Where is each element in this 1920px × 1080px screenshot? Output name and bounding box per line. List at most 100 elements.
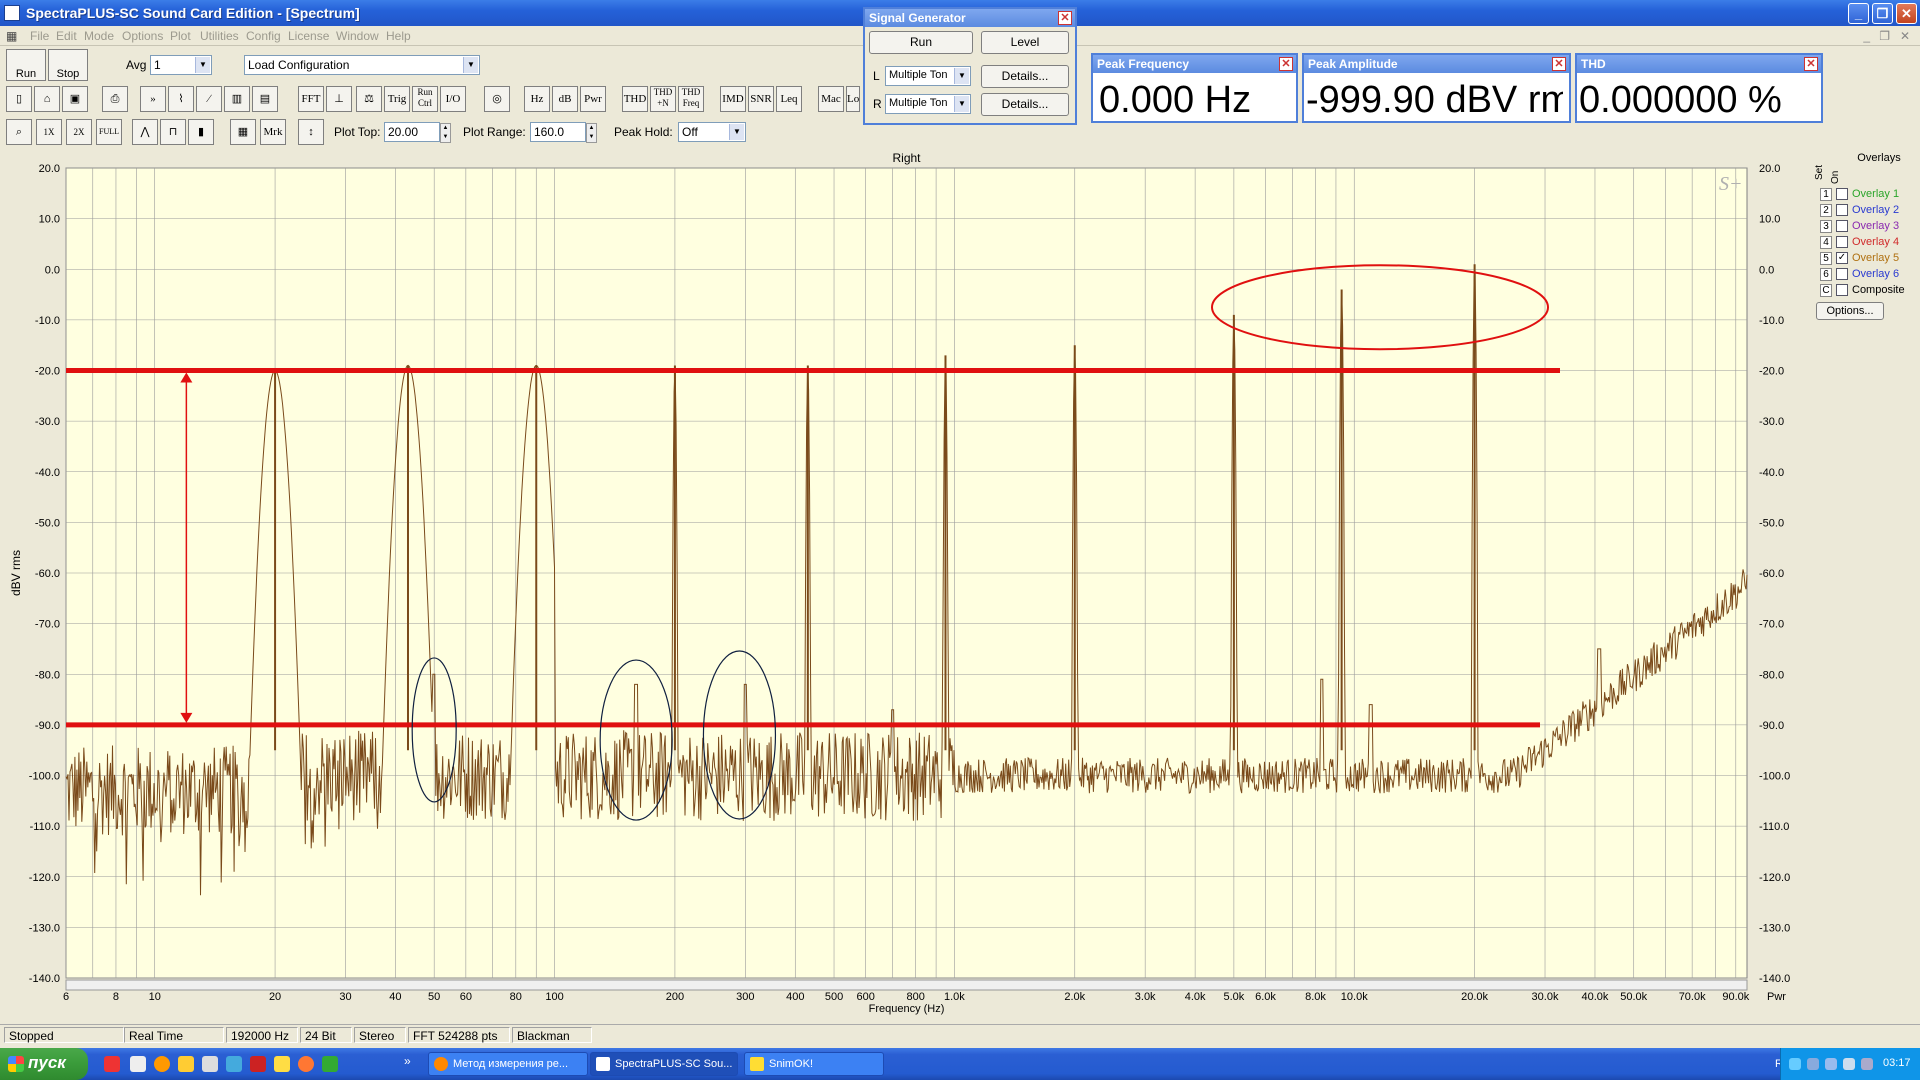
menu-config[interactable]: Config (246, 29, 281, 43)
config-select[interactable]: Load Configuration ▼ (244, 55, 480, 75)
overlay-set-button[interactable]: 2 (1820, 204, 1832, 217)
tray-network-icon[interactable] (1807, 1058, 1819, 1070)
peak-frequency-header[interactable]: Peak Frequency ✕ (1093, 55, 1296, 73)
menu-edit[interactable]: Edit (56, 29, 77, 43)
line-plot-icon[interactable]: ⋀ (132, 119, 158, 145)
fft-button[interactable]: FFT (298, 86, 324, 112)
zoom-2x-button[interactable]: 2X (66, 119, 92, 145)
peak-amplitude-header[interactable]: Peak Amplitude ✕ (1304, 55, 1569, 73)
overlay-on-checkbox[interactable] (1836, 204, 1848, 216)
save-icon[interactable]: ▣ (62, 86, 88, 112)
close-icon[interactable]: ✕ (1279, 57, 1293, 71)
quicklaunch-green-icon[interactable] (322, 1056, 338, 1072)
maximize-button[interactable]: ❐ (1872, 3, 1893, 24)
menu-window[interactable]: Window (336, 29, 379, 43)
menu-options[interactable]: Options (122, 29, 163, 43)
time-series-icon[interactable]: ∕ (196, 86, 222, 112)
close-button[interactable]: ✕ (1896, 3, 1917, 24)
imd-button[interactable]: IMD (720, 86, 746, 112)
snr-button[interactable]: SNR (748, 86, 774, 112)
menu-mode[interactable]: Mode (84, 29, 114, 43)
bar-plot-icon[interactable]: ▮ (188, 119, 214, 145)
thd-button[interactable]: THD (622, 86, 648, 112)
thdn-button[interactable]: THD +N (650, 86, 676, 112)
thd-freq-button[interactable]: THD Freq (678, 86, 704, 112)
spinner-icon[interactable]: ▲ ▼ (440, 123, 451, 143)
mdi-minimize-icon[interactable]: _ (1863, 29, 1870, 43)
quicklaunch-folder-icon[interactable] (178, 1056, 194, 1072)
tray-app-icon[interactable] (1843, 1058, 1855, 1070)
peak-hold-select[interactable]: Off ▼ (678, 122, 746, 142)
mdi-icon[interactable]: ▦ (6, 29, 17, 43)
signal-generator-header[interactable]: Signal Generator ✕ (865, 9, 1075, 27)
task-snimok[interactable]: SnimOK! (744, 1052, 884, 1076)
plot-range-input[interactable]: 160.0 ▲ ▼ (530, 122, 597, 143)
overlay-set-button[interactable]: 5 (1820, 252, 1832, 265)
mdi-close-icon[interactable]: ✕ (1900, 29, 1910, 43)
minimize-button[interactable]: _ (1848, 3, 1869, 24)
quicklaunch-more-icon[interactable]: » (404, 1054, 411, 1068)
overlay-on-checkbox[interactable] (1836, 236, 1848, 248)
start-button[interactable]: пуск (0, 1048, 88, 1080)
siggen-run-button[interactable]: Run (869, 31, 973, 54)
hz-button[interactable]: Hz (524, 86, 550, 112)
overlay-set-button[interactable]: 4 (1820, 236, 1832, 249)
tray-security-icon[interactable] (1861, 1058, 1873, 1070)
calibrate-icon[interactable]: ⚖ (356, 86, 382, 112)
task-spectraplus[interactable]: SpectraPLUS-SC Sou... (590, 1052, 738, 1076)
task-browser[interactable]: Метод измерения ре... (428, 1052, 588, 1076)
new-file-icon[interactable]: ▯ (6, 86, 32, 112)
tray-arrow-icon[interactable] (1789, 1058, 1801, 1070)
close-icon[interactable]: ✕ (1058, 11, 1072, 25)
quicklaunch-player-icon[interactable] (298, 1056, 314, 1072)
zoom-1x-button[interactable]: 1X (36, 119, 62, 145)
close-icon[interactable]: ✕ (1552, 57, 1566, 71)
leq-button[interactable]: Leq (776, 86, 802, 112)
tray-volume-icon[interactable] (1825, 1058, 1837, 1070)
db-button[interactable]: dB (552, 86, 578, 112)
menu-utilities[interactable]: Utilities (200, 29, 239, 43)
zoom-icon[interactable]: ⌕ (6, 119, 32, 145)
quicklaunch-firefox-icon[interactable] (154, 1056, 170, 1072)
overlay-on-checkbox[interactable] (1836, 188, 1848, 200)
spinner-icon[interactable]: ▲ ▼ (586, 123, 597, 143)
spectrum-mode-icon[interactable]: ⌇ (168, 86, 194, 112)
overlay-on-checkbox[interactable] (1836, 220, 1848, 232)
grid-icon[interactable]: ▦ (230, 119, 256, 145)
quicklaunch-desktop-icon[interactable] (130, 1056, 146, 1072)
horizontal-scrollbar[interactable] (65, 979, 1748, 991)
overlay-set-button[interactable]: 6 (1820, 268, 1832, 281)
siggen-level-button[interactable]: Level (981, 31, 1069, 54)
menu-help[interactable]: Help (386, 29, 411, 43)
overlay-set-button[interactable]: 3 (1820, 220, 1832, 233)
menu-file[interactable]: File (30, 29, 49, 43)
overlay-options-button[interactable]: Options... (1816, 302, 1884, 320)
step-plot-icon[interactable]: ⊓ (160, 119, 186, 145)
trig-button[interactable]: Trig (384, 86, 410, 112)
avg-select[interactable]: 1 ▼ (150, 55, 212, 75)
quicklaunch-update-icon[interactable] (226, 1056, 242, 1072)
overlay-set-button[interactable]: C (1820, 284, 1832, 297)
thd-header[interactable]: THD ✕ (1577, 55, 1821, 73)
marker-button[interactable]: Mrk (260, 119, 286, 145)
left-details-button[interactable]: Details... (981, 65, 1069, 88)
spectrogram-icon[interactable]: ▥ (224, 86, 250, 112)
stop-button[interactable]: Stop (48, 49, 88, 81)
right-waveform-select[interactable]: Multiple Ton ▼ (885, 94, 971, 114)
left-waveform-select[interactable]: Multiple Ton ▼ (885, 66, 971, 86)
forward-icon[interactable]: » (140, 86, 166, 112)
mac-button[interactable]: Mac (818, 86, 844, 112)
menu-license[interactable]: License (288, 29, 329, 43)
zoom-full-button[interactable]: FULL (96, 119, 122, 145)
right-details-button[interactable]: Details... (981, 93, 1069, 116)
lo-button[interactable]: Lo (846, 86, 860, 112)
overlay-set-button[interactable]: 1 (1820, 188, 1832, 201)
open-folder-icon[interactable]: ⌂ (34, 86, 60, 112)
overlay-on-checkbox[interactable]: ✓ (1836, 252, 1848, 264)
quicklaunch-tool-icon[interactable] (274, 1056, 290, 1072)
quicklaunch-filezilla-icon[interactable] (250, 1056, 266, 1072)
plot-top-input[interactable]: 20.00 ▲ ▼ (384, 122, 451, 143)
quicklaunch-app-icon[interactable] (104, 1056, 120, 1072)
axis-icon[interactable]: ⊥ (326, 86, 352, 112)
overlay-on-checkbox[interactable] (1836, 284, 1848, 296)
